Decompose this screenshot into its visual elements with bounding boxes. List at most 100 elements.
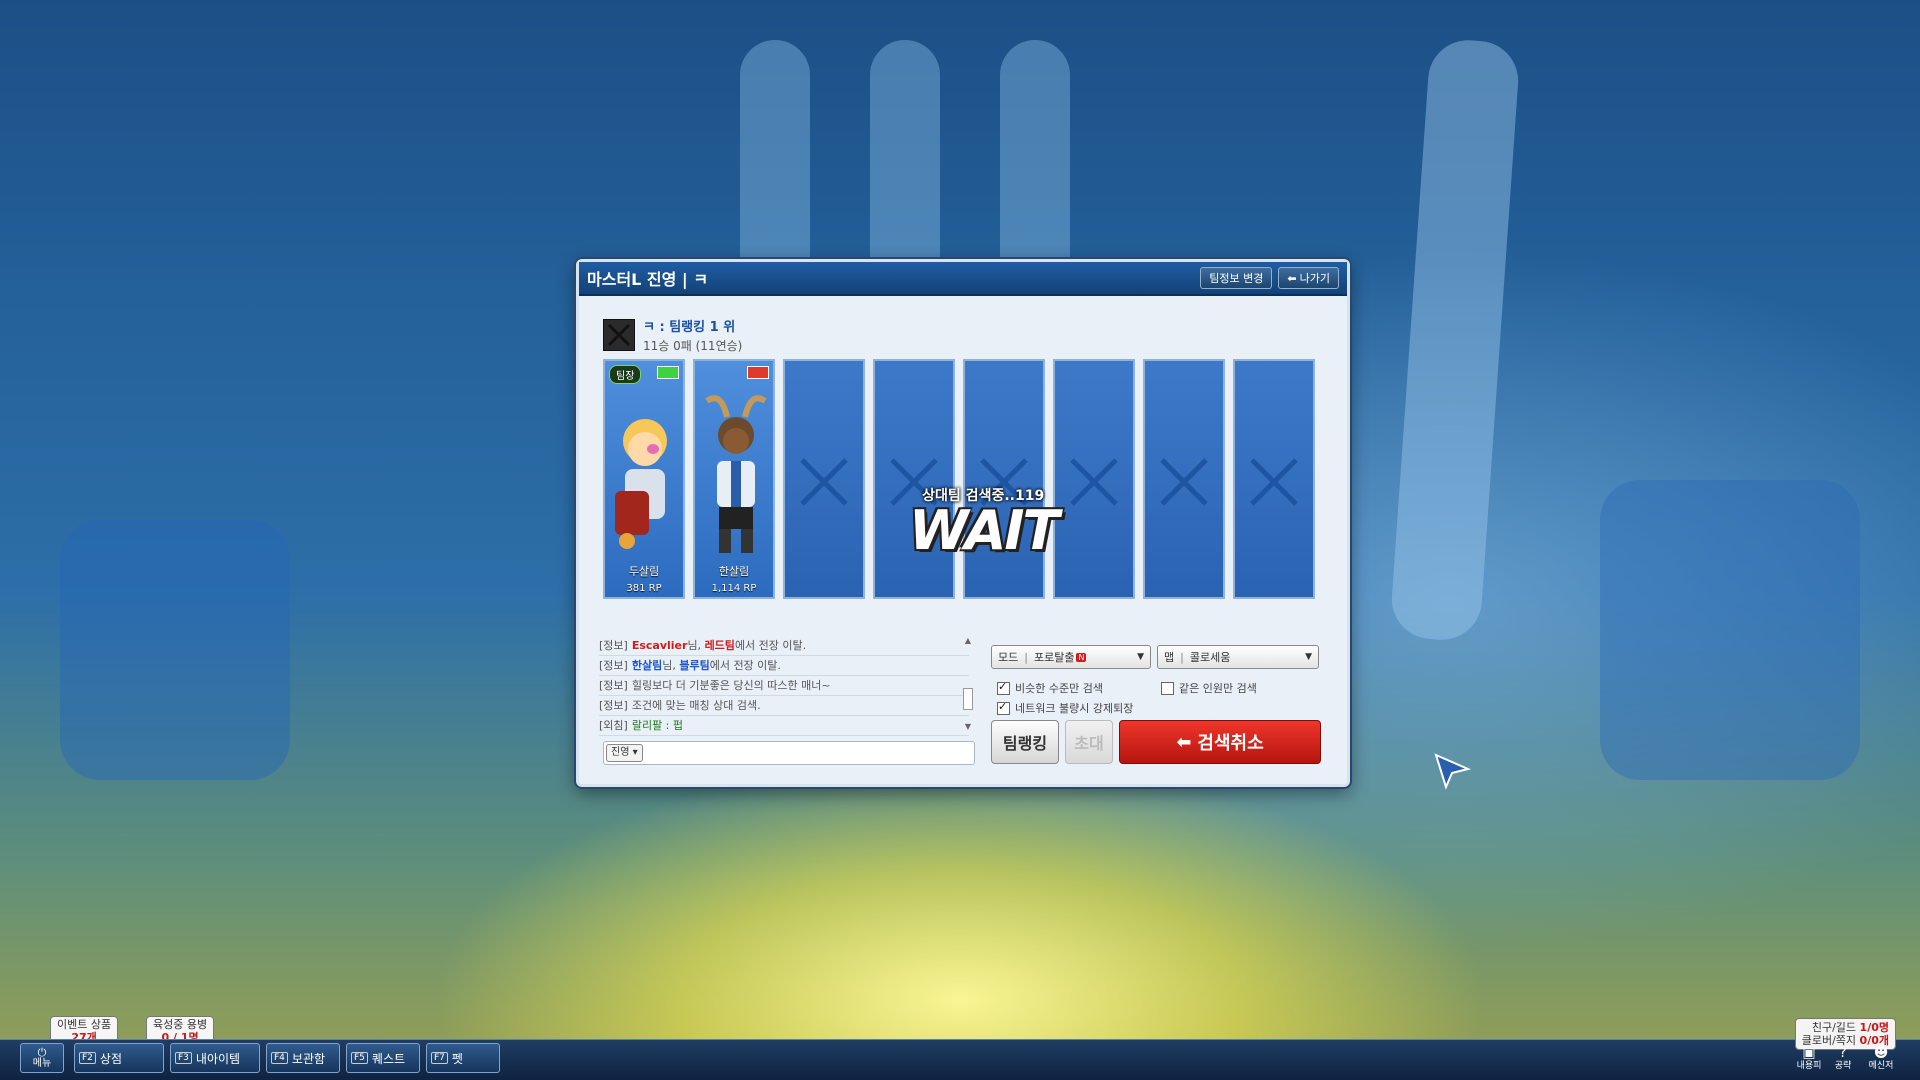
- chat-prefix: [정보]: [599, 639, 628, 652]
- chat-name1: Escavlier: [631, 639, 688, 652]
- wait-logo: WAIT: [909, 499, 1059, 562]
- connection-battery-icon: [747, 366, 769, 379]
- exit-button[interactable]: ⬅ 나가기: [1278, 267, 1339, 289]
- background-sword: [1389, 37, 1521, 643]
- checkbox-icon: [1161, 681, 1174, 695]
- chat-post: 조건에 맞는 매칭 상대 검색.: [631, 699, 761, 712]
- shop-button[interactable]: F2 상점: [74, 1043, 164, 1073]
- mode-value: 포로탈출: [1033, 651, 1075, 664]
- messenger-icon: ☻: [1873, 1045, 1889, 1061]
- pet-button[interactable]: F7 펫: [426, 1043, 500, 1073]
- pet-label: 펫: [451, 1051, 463, 1066]
- chat-channel-label: 진영: [611, 747, 630, 758]
- empty-slot[interactable]: [1143, 359, 1225, 599]
- team-ranking-button[interactable]: 팀랭킹: [991, 720, 1059, 764]
- tray-button[interactable]: ☻ 메신저: [1866, 1045, 1896, 1075]
- scroll-up-icon[interactable]: ▲: [963, 636, 973, 646]
- chat-post: 에서 전장 이탈.: [734, 639, 807, 652]
- team-name: ㅋ : 팀랭킹 1 위: [643, 320, 736, 335]
- training-mercenary-title: 육성중 용병: [153, 1018, 208, 1031]
- chat-prefix: [외침]: [599, 719, 628, 732]
- friends-label: 친구/길드: [1811, 1021, 1857, 1034]
- mode-select[interactable]: 모드 | 포로탈출 N ▼: [991, 645, 1151, 669]
- matching-window: 마스터L 진영 | ㅋ 팀정보 변경 ⬅ 나가기 ㅋ : 팀랭킹 1 위 11승…: [576, 259, 1350, 787]
- connection-battery-icon: [657, 366, 679, 379]
- scroll-down-icon[interactable]: ▼: [963, 722, 973, 732]
- mouse-cursor-icon: [1434, 753, 1472, 790]
- chat-line: [외침] 랄리팔 : 펍: [599, 716, 969, 736]
- background-shield: [1600, 480, 1860, 780]
- quest-label: 퀘스트: [371, 1051, 406, 1066]
- invite-label: 초대: [1074, 734, 1104, 753]
- scroll-thumb[interactable]: [963, 688, 973, 710]
- leader-badge: 팀장: [609, 365, 642, 384]
- chat-line: [정보] 힐링보다 더 기분좋은 당신의 따스한 매너~: [599, 676, 969, 696]
- menu-label: 메뉴: [32, 1057, 52, 1069]
- chat-mid: 님,: [662, 659, 680, 672]
- chat-input[interactable]: 진영 ▾: [603, 741, 975, 765]
- tray-button[interactable]: ▣ 내용피: [1794, 1045, 1824, 1075]
- chat-scrollbar[interactable]: ▲ ▼: [963, 636, 973, 732]
- tray-label: 메신저: [1868, 1061, 1894, 1071]
- chat-prefix: [정보]: [599, 679, 628, 692]
- back-arrow-icon: ⬅: [1176, 731, 1192, 753]
- closed-slot-icon: [800, 458, 848, 506]
- closed-slot-icon: [1160, 458, 1208, 506]
- same-count-checkbox[interactable]: 같은 인원만 검색: [1161, 680, 1257, 696]
- team-emblem-icon: [603, 319, 635, 351]
- cancel-search-button[interactable]: ⬅ 검색취소: [1119, 720, 1321, 764]
- player-slot-2[interactable]: 한살림 1,114 RP: [693, 359, 775, 599]
- chat-channel-select[interactable]: 진영 ▾: [606, 744, 643, 762]
- menu-button[interactable]: ⏻ 메뉴: [20, 1043, 64, 1073]
- chat-log: [정보] Escavlier님, 레드팀에서 전장 이탈. [정보] 한살림님, 블루…: [599, 636, 969, 742]
- player-rp: 381 RP: [626, 583, 662, 594]
- quest-button[interactable]: F5 퀘스트: [346, 1043, 420, 1073]
- similar-level-checkbox[interactable]: 비슷한 수준만 검색: [997, 680, 1103, 696]
- chat-post: 에서 전장 이탈.: [709, 659, 781, 672]
- exit-label: 나가기: [1299, 272, 1330, 285]
- empty-slot[interactable]: [963, 359, 1045, 599]
- checkbox-icon: [997, 700, 1010, 715]
- window-titlebar: 마스터L 진영 | ㅋ 팀정보 변경 ⬅ 나가기: [579, 262, 1347, 296]
- chat-line: [정보] Escavlier님, 레드팀에서 전장 이탈.: [599, 636, 969, 656]
- team-slots: 팀장 두살림 381 RP 한살림 1,114 RP 상대팀 검색중..119 …: [603, 359, 1323, 603]
- chat-prefix: [정보]: [599, 659, 628, 672]
- player-name: 두살림: [628, 565, 660, 578]
- empty-slot[interactable]: [873, 359, 955, 599]
- back-arrow-icon: ⬅: [1287, 271, 1297, 285]
- shortcut-key: F4: [271, 1052, 288, 1064]
- empty-slot[interactable]: [783, 359, 865, 599]
- change-team-info-button[interactable]: 팀정보 변경: [1200, 267, 1273, 289]
- checkbox-icon: [997, 680, 1010, 695]
- chevron-down-icon: ▼: [1137, 652, 1144, 662]
- new-badge: N: [1076, 652, 1087, 662]
- character-avatar: [615, 419, 667, 549]
- invite-button[interactable]: 초대: [1065, 720, 1113, 764]
- storage-button[interactable]: F4 보관함: [266, 1043, 340, 1073]
- tray-button[interactable]: ? 공략: [1828, 1045, 1858, 1075]
- change-team-info-label: 팀정보 변경: [1209, 272, 1264, 285]
- separator: |: [1180, 650, 1184, 664]
- closed-slot-icon: [1250, 458, 1298, 506]
- empty-slot[interactable]: [1053, 359, 1135, 599]
- friends-value: 1/0명: [1859, 1021, 1889, 1034]
- chat-line: [정보] 조건에 맞는 매칭 상대 검색.: [599, 696, 969, 716]
- tray-label: 공략: [1834, 1061, 1852, 1071]
- network-kick-checkbox[interactable]: 네트워크 불량시 강제퇴장: [997, 700, 1133, 716]
- wait-overlay: 상대팀 검색중..119 WAIT: [909, 485, 1059, 562]
- empty-slot[interactable]: [1233, 359, 1315, 599]
- chevron-down-icon: ▼: [1305, 652, 1312, 662]
- player-name: 한살림: [718, 565, 750, 578]
- chat-line: [정보] 한살림님, 블루팀에서 전장 이탈.: [599, 656, 969, 676]
- chat-name1: 한살림: [631, 659, 663, 672]
- chevron-down-icon: ▾: [632, 747, 638, 758]
- shortcut-key: F7: [431, 1052, 448, 1064]
- monitor-icon: ▣: [1802, 1045, 1816, 1061]
- background-shield: [60, 520, 290, 780]
- my-items-button[interactable]: F3 내아이템: [170, 1043, 260, 1073]
- cancel-search-label: 검색취소: [1197, 733, 1264, 754]
- chat-post: 랄리팔 : 펍: [631, 719, 684, 732]
- shortcut-key: F3: [175, 1052, 192, 1064]
- player-slot-1[interactable]: 팀장 두살림 381 RP: [603, 359, 685, 599]
- map-select[interactable]: 맵 | 콜로세움 ▼: [1157, 645, 1319, 669]
